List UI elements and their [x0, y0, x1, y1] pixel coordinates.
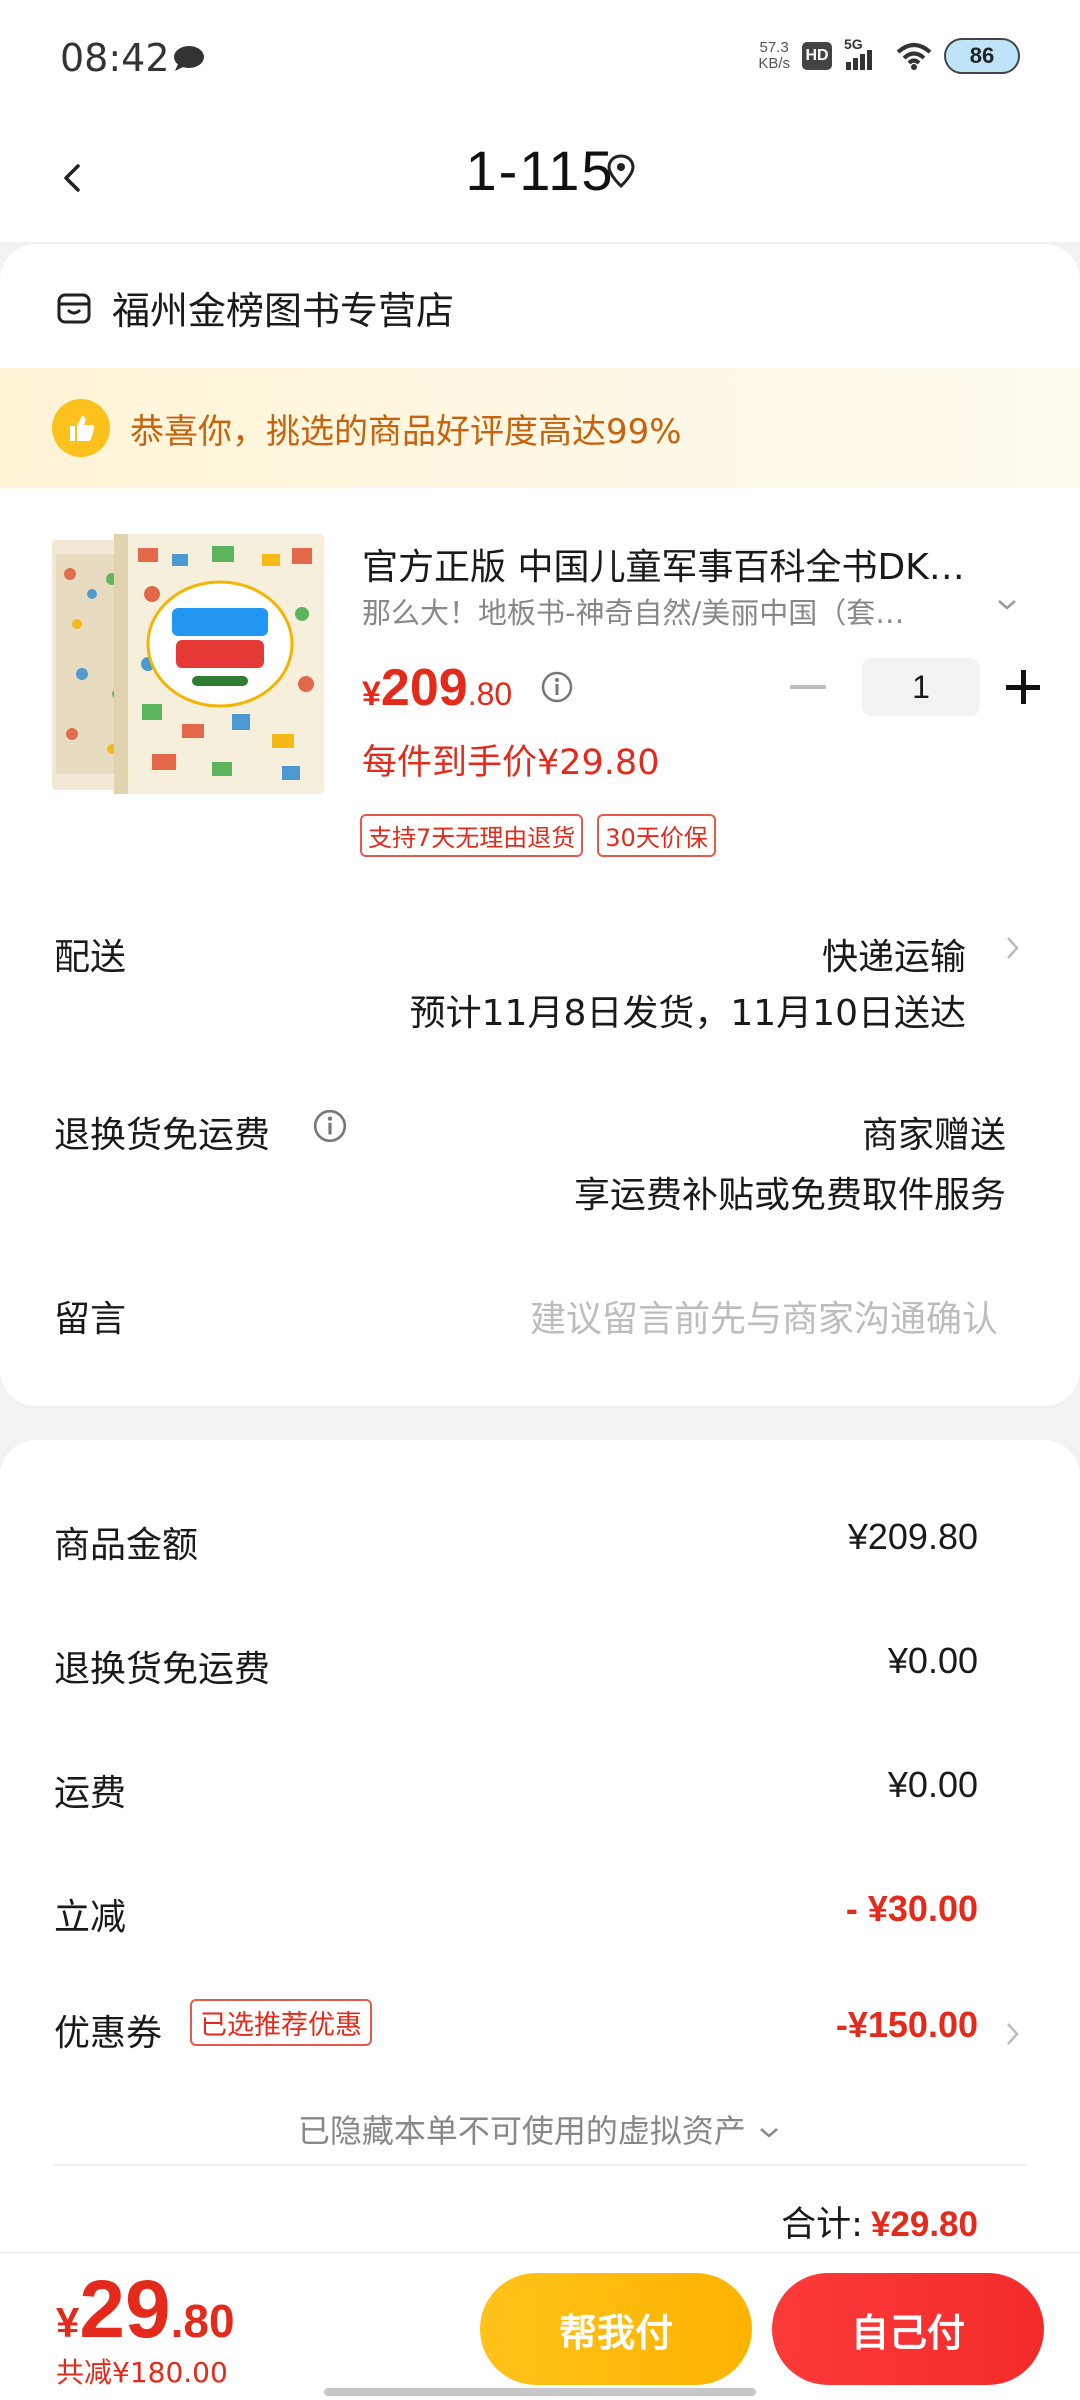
return-shipping-label: 退换货免运费 — [54, 1115, 271, 1156]
shipping-label: 运费 — [54, 1773, 127, 1814]
store-icon — [57, 293, 91, 323]
final-price: ¥ 29 .80 — [56, 2264, 235, 2355]
shipping-fee: ¥0.00 — [887, 1764, 978, 1805]
unit-price: 每件到手价¥29.80 — [362, 743, 660, 783]
location-pin-icon[interactable] — [604, 152, 638, 192]
return-info-icon[interactable] — [312, 1108, 348, 1144]
product-variant[interactable]: 那么大！地板书-神奇自然/美丽中国（套… — [362, 590, 942, 632]
store-name: 福州金榜图书专营店 — [112, 289, 455, 333]
thumbs-up-icon — [52, 399, 110, 457]
product-price: ¥ 209 .80 — [362, 659, 513, 717]
signal-icon: 5G — [844, 36, 884, 70]
total-row: 合计: ¥29.80 — [781, 2205, 978, 2245]
chevron-right-icon[interactable] — [1003, 930, 1023, 966]
net-speed: 57.3 KB/s — [758, 39, 790, 72]
return-fee-label: 退换货免运费 — [54, 1649, 271, 1690]
chat-bubble-icon — [174, 46, 204, 71]
home-indicator[interactable] — [324, 2388, 756, 2396]
coupon-amount[interactable]: -¥150.00 — [836, 2004, 978, 2046]
decrease-quantity-button[interactable] — [790, 685, 826, 689]
chevron-down-icon[interactable] — [994, 592, 1020, 618]
discount-label: 立减 — [54, 1897, 127, 1938]
store-row[interactable]: 福州金榜图书专营店 — [56, 280, 454, 335]
status-time: 08:42 — [60, 36, 170, 80]
delivery-estimate: 预计11月8日发货，11月10日送达 — [409, 993, 966, 1034]
return-shipping-detail: 享运费补贴或免费取件服务 — [573, 1175, 1006, 1216]
coupon-badge: 已选推荐优惠 — [190, 1999, 372, 2046]
product-image[interactable] — [52, 534, 324, 794]
coupon-chevron-right-icon[interactable] — [1003, 2016, 1023, 2052]
price-info-icon[interactable] — [540, 670, 574, 704]
self-pay-button[interactable]: 自己付 — [772, 2273, 1044, 2385]
message-label: 留言 — [54, 1299, 127, 1340]
product-title[interactable]: 官方正版 中国儿童军事百科全书DK… — [362, 538, 1022, 590]
header: 1-115 — [0, 118, 1080, 242]
bottom-bar: ¥ 29 .80 共减¥180.00 帮我付 自己付 — [0, 2252, 1080, 2400]
rating-banner: 恭喜你，挑选的商品好评度高达99% — [0, 368, 1080, 488]
coupon-label: 优惠券 — [54, 2013, 163, 2054]
total-saved: 共减¥180.00 — [56, 2356, 228, 2389]
status-icons: 57.3 KB/s HD 5G 86 — [758, 36, 1020, 74]
battery-icon: 86 — [944, 38, 1020, 74]
rating-banner-text: 恭喜你，挑选的商品好评度高达99% — [130, 411, 682, 452]
chevron-down-icon — [760, 2128, 778, 2138]
quantity-stepper: 1 — [790, 658, 1040, 716]
increase-quantity-button[interactable] — [1006, 670, 1040, 704]
help-pay-button[interactable]: 帮我付 — [480, 2273, 752, 2385]
tag-price-protect: 30天价保 — [597, 814, 716, 857]
quantity-value[interactable]: 1 — [862, 658, 980, 716]
goods-amount: ¥209.80 — [847, 1516, 978, 1557]
discount-amount: - ¥30.00 — [845, 1888, 978, 1929]
page-title: 1-115 — [465, 139, 615, 202]
hd-icon: HD — [802, 42, 832, 70]
delivery-method[interactable]: 快递运输 — [822, 928, 966, 980]
message-input[interactable]: 建议留言前先与商家沟通确认 — [530, 1290, 998, 1342]
wifi-icon — [896, 43, 932, 70]
tag-return: 支持7天无理由退货 — [360, 814, 584, 857]
goods-amount-label: 商品金额 — [54, 1525, 199, 1566]
delivery-label: 配送 — [54, 937, 127, 978]
status-bar: 08:42 57.3 KB/s HD 5G 86 — [0, 0, 1080, 118]
order-card: 福州金榜图书专营店 恭喜你，挑选的商品好评度高达99% 官方正版 中国儿童军事百… — [0, 244, 1080, 1406]
service-tags: 支持7天无理由退货 30天价保 — [360, 814, 716, 857]
return-shipping-value: 商家赠送 — [861, 1115, 1006, 1156]
return-fee: ¥0.00 — [887, 1640, 978, 1681]
divider — [54, 2164, 1026, 2166]
hidden-assets-toggle[interactable]: 已隐藏本单不可使用的虚拟资产 — [0, 2106, 1080, 2152]
